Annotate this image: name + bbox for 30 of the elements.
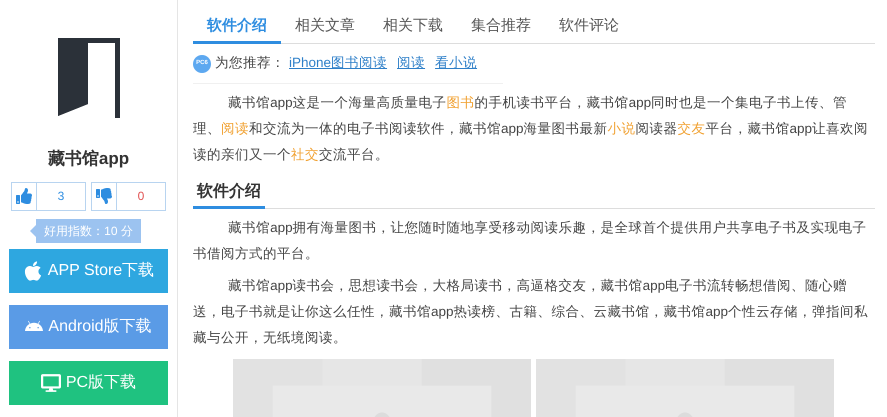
description-paragraph: 藏书馆app拥有海量图书，让您随时随地享受移动阅读乐趣，是全球首个提供用户共享电子书及实现电子书借阅方式的平台。 [193, 219, 868, 263]
description-paragraph: 藏书馆app读书会，思想读书会，大格局读书，高逼格交友，藏书馆app电子书流转畅想借阅、随心赠送，电子书就是让你这么任性，藏书馆app热读榜、古籍、综合、云藏书馆，藏书馆app个性云存储，弹指间私藏与公开，无纸境阅读。 [193, 277, 870, 347]
section-title: 软件介绍 [193, 180, 265, 209]
score-label: 好用指数：10 分 [36, 218, 141, 242]
dislike-button[interactable]: 0 [91, 182, 166, 210]
recommend-link[interactable]: 看小说 [435, 53, 478, 74]
intro-paragraph: 藏书馆app这是一个海量高质量电子图书的手机读书平台，藏书馆app同时也是一个集电子书上传、管理、阅读和交流为一体的电子书阅读软件，藏书馆app海量图书最新小说阅读器交友平台，藏书馆app让喜欢阅读的亲们又一个社交交流平台。 [193, 94, 870, 164]
keyword-link[interactable]: 交友 [678, 121, 706, 136]
recommend-label: 为您推荐： [215, 54, 285, 72]
recommend-link[interactable]: iPhone图书阅读 [289, 53, 388, 74]
tab[interactable]: 相关文章 [281, 12, 369, 44]
tab[interactable]: 软件介绍 [193, 12, 281, 44]
app-name: 藏书馆app [48, 148, 130, 170]
tab[interactable]: 软件评论 [545, 12, 633, 44]
keyword-link[interactable]: 阅读 [221, 121, 249, 136]
recommend-link[interactable]: 阅读 [397, 53, 426, 74]
door-icon [58, 38, 120, 118]
download-button[interactable]: APP Store下载 [9, 248, 168, 292]
keyword-link[interactable]: 图书 [446, 95, 475, 110]
keyword-link[interactable]: 小说 [608, 121, 636, 136]
download-button[interactable]: Android版下载 [9, 304, 168, 348]
tab[interactable]: 相关下载 [369, 12, 457, 44]
download-button[interactable]: PC版下载 [9, 360, 168, 404]
like-button[interactable]: 3 [11, 182, 86, 210]
thumbs-down-icon [96, 188, 112, 204]
keyword-link[interactable]: 社交 [291, 147, 319, 162]
apple-icon [22, 260, 43, 282]
tab[interactable]: 集合推荐 [457, 12, 545, 44]
thumbs-up-icon [16, 188, 32, 204]
monitor-icon [40, 374, 61, 392]
